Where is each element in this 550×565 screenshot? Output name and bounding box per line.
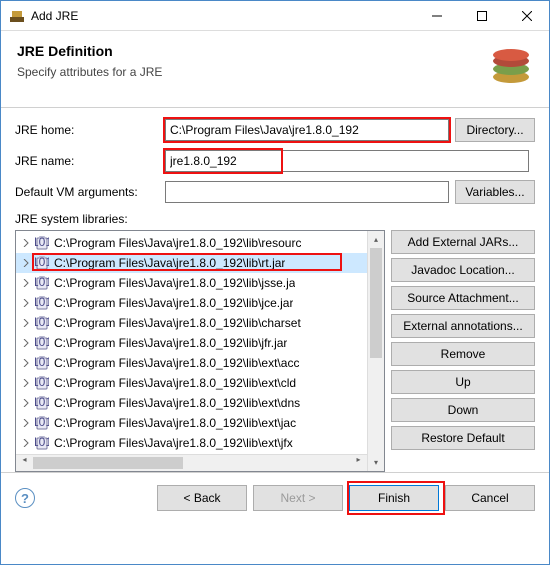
tree-row[interactable]: 101 C:\Program Files\Java\jre1.8.0_192\li… bbox=[16, 253, 384, 273]
expander-icon[interactable] bbox=[20, 337, 32, 349]
jar-icon: 101 bbox=[34, 355, 50, 371]
jre-name-input[interactable] bbox=[165, 150, 529, 172]
jar-icon: 101 bbox=[34, 235, 50, 251]
up-button[interactable]: Up bbox=[391, 370, 535, 394]
jar-icon: 101 bbox=[34, 315, 50, 331]
tree-row[interactable]: 101 C:\Program Files\Java\jre1.8.0_192\li… bbox=[16, 233, 384, 253]
jre-name-label: JRE name: bbox=[15, 154, 165, 168]
vm-args-input[interactable] bbox=[165, 181, 449, 203]
tree-item-label: C:\Program Files\Java\jre1.8.0_192\lib\j… bbox=[54, 276, 295, 290]
scroll-down-icon[interactable]: ▾ bbox=[368, 454, 384, 471]
svg-text:101: 101 bbox=[35, 236, 49, 249]
source-attachment-button[interactable]: Source Attachment... bbox=[391, 286, 535, 310]
expander-icon[interactable] bbox=[20, 257, 32, 269]
svg-text:101: 101 bbox=[35, 336, 49, 349]
horizontal-scrollbar[interactable]: ◂ ▸ bbox=[16, 454, 367, 471]
finish-button[interactable]: Finish bbox=[349, 485, 439, 511]
tree-item-label: C:\Program Files\Java\jre1.8.0_192\lib\j… bbox=[54, 296, 293, 310]
jar-icon: 101 bbox=[34, 295, 50, 311]
expander-icon[interactable] bbox=[20, 417, 32, 429]
tree-row[interactable]: 101 C:\Program Files\Java\jre1.8.0_192\li… bbox=[16, 333, 384, 353]
jar-icon: 101 bbox=[34, 395, 50, 411]
scroll-left-icon[interactable]: ◂ bbox=[16, 455, 33, 464]
title-bar: Add JRE bbox=[1, 1, 549, 31]
remove-button[interactable]: Remove bbox=[391, 342, 535, 366]
tree-row[interactable]: 101 C:\Program Files\Java\jre1.8.0_192\li… bbox=[16, 293, 384, 313]
app-icon bbox=[9, 8, 25, 24]
directory-button[interactable]: Directory... bbox=[455, 118, 535, 142]
svg-text:101: 101 bbox=[35, 416, 49, 429]
svg-text:101: 101 bbox=[35, 436, 49, 449]
tree-item-label: C:\Program Files\Java\jre1.8.0_192\lib\e… bbox=[54, 396, 300, 410]
vertical-scrollbar[interactable]: ▴ ▾ bbox=[367, 231, 384, 471]
jar-icon: 101 bbox=[34, 335, 50, 351]
back-button[interactable]: < Back bbox=[157, 485, 247, 511]
page-subtitle: Specify attributes for a JRE bbox=[17, 65, 481, 79]
expander-icon[interactable] bbox=[20, 377, 32, 389]
jre-home-label: JRE home: bbox=[15, 123, 165, 137]
libraries-tree[interactable]: 101 C:\Program Files\Java\jre1.8.0_192\li… bbox=[15, 230, 385, 472]
svg-text:101: 101 bbox=[35, 316, 49, 329]
tree-item-label: C:\Program Files\Java\jre1.8.0_192\lib\c… bbox=[54, 316, 301, 330]
tree-item-label: C:\Program Files\Java\jre1.8.0_192\lib\j… bbox=[54, 336, 287, 350]
tree-row[interactable]: 101 C:\Program Files\Java\jre1.8.0_192\li… bbox=[16, 413, 384, 433]
external-annotations-button[interactable]: External annotations... bbox=[391, 314, 535, 338]
expander-icon[interactable] bbox=[20, 397, 32, 409]
scroll-thumb-v[interactable] bbox=[370, 248, 382, 358]
tree-row[interactable]: 101 C:\Program Files\Java\jre1.8.0_192\li… bbox=[16, 393, 384, 413]
close-button[interactable] bbox=[504, 1, 549, 30]
tree-item-label: C:\Program Files\Java\jre1.8.0_192\lib\e… bbox=[54, 436, 293, 450]
tree-item-label: C:\Program Files\Java\jre1.8.0_192\lib\e… bbox=[54, 416, 296, 430]
javadoc-location-button[interactable]: Javadoc Location... bbox=[391, 258, 535, 282]
svg-text:101: 101 bbox=[35, 276, 49, 289]
expander-icon[interactable] bbox=[20, 277, 32, 289]
add-external-jars-button[interactable]: Add External JARs... bbox=[391, 230, 535, 254]
expander-icon[interactable] bbox=[20, 357, 32, 369]
jar-icon: 101 bbox=[34, 415, 50, 431]
page-title: JRE Definition bbox=[17, 43, 481, 59]
jar-icon: 101 bbox=[34, 435, 50, 451]
tree-row[interactable]: 101 C:\Program Files\Java\jre1.8.0_192\li… bbox=[16, 373, 384, 393]
tree-row[interactable]: 101 C:\Program Files\Java\jre1.8.0_192\li… bbox=[16, 273, 384, 293]
expander-icon[interactable] bbox=[20, 437, 32, 449]
variables-button[interactable]: Variables... bbox=[455, 180, 535, 204]
svg-text:101: 101 bbox=[35, 376, 49, 389]
tree-item-label: C:\Program Files\Java\jre1.8.0_192\lib\e… bbox=[54, 376, 296, 390]
jar-icon: 101 bbox=[34, 375, 50, 391]
tree-row[interactable]: 101 C:\Program Files\Java\jre1.8.0_192\li… bbox=[16, 313, 384, 333]
wizard-header: JRE Definition Specify attributes for a … bbox=[1, 31, 549, 108]
vm-args-label: Default VM arguments: bbox=[15, 185, 165, 199]
jar-icon: 101 bbox=[34, 275, 50, 291]
next-button: Next > bbox=[253, 485, 343, 511]
restore-default-button[interactable]: Restore Default bbox=[391, 426, 535, 450]
tree-row[interactable]: 101 C:\Program Files\Java\jre1.8.0_192\li… bbox=[16, 353, 384, 373]
expander-icon[interactable] bbox=[20, 317, 32, 329]
svg-text:101: 101 bbox=[35, 296, 49, 309]
down-button[interactable]: Down bbox=[391, 398, 535, 422]
wizard-footer: ? < Back Next > Finish Cancel bbox=[1, 472, 549, 523]
help-icon[interactable]: ? bbox=[15, 488, 35, 508]
tree-item-label: C:\Program Files\Java\jre1.8.0_192\lib\r… bbox=[54, 236, 301, 250]
library-icon bbox=[481, 43, 533, 91]
tree-item-label: C:\Program Files\Java\jre1.8.0_192\lib\r… bbox=[54, 256, 285, 270]
jre-home-input[interactable] bbox=[165, 119, 449, 141]
svg-text:101: 101 bbox=[35, 356, 49, 369]
tree-row[interactable]: 101 C:\Program Files\Java\jre1.8.0_192\li… bbox=[16, 433, 384, 453]
window-title: Add JRE bbox=[31, 9, 414, 23]
maximize-button[interactable] bbox=[459, 1, 504, 30]
scroll-right-icon[interactable]: ▸ bbox=[350, 455, 367, 464]
jar-icon: 101 bbox=[34, 255, 50, 271]
expander-icon[interactable] bbox=[20, 297, 32, 309]
expander-icon[interactable] bbox=[20, 237, 32, 249]
tree-item-label: C:\Program Files\Java\jre1.8.0_192\lib\e… bbox=[54, 356, 299, 370]
svg-text:101: 101 bbox=[35, 396, 49, 409]
minimize-button[interactable] bbox=[414, 1, 459, 30]
scroll-thumb-h[interactable] bbox=[33, 457, 183, 469]
svg-text:101: 101 bbox=[35, 256, 49, 269]
cancel-button[interactable]: Cancel bbox=[445, 485, 535, 511]
libs-label: JRE system libraries: bbox=[15, 212, 535, 226]
scroll-up-icon[interactable]: ▴ bbox=[368, 231, 384, 248]
